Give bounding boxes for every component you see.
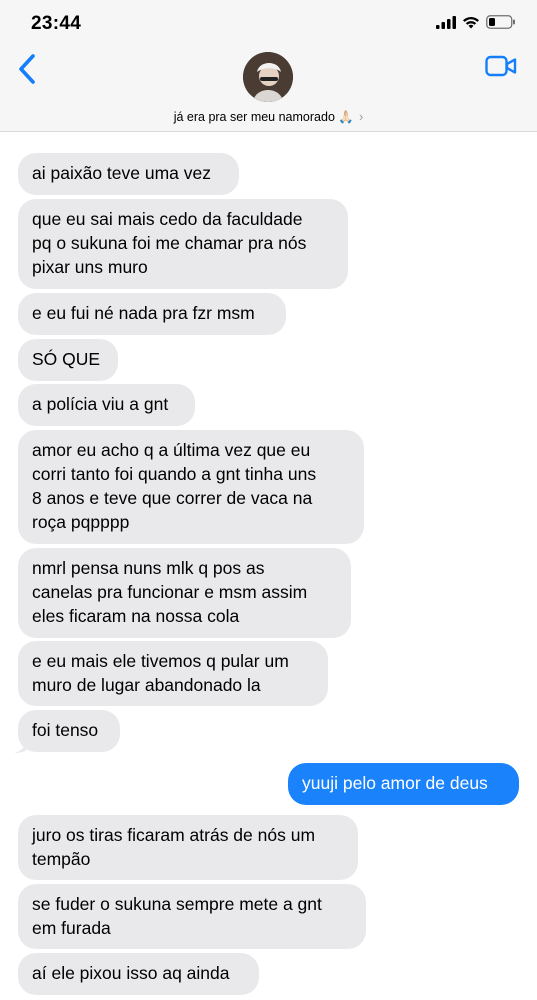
message-bubble[interactable]: que eu sai mais cedo da faculdade pq o s… (18, 199, 348, 289)
message-bubble[interactable]: e eu mais ele tivemos q pular um muro de… (18, 641, 328, 706)
status-icons (436, 15, 516, 29)
cellular-signal-icon (436, 15, 456, 29)
message-bubble[interactable]: SÓ QUE (18, 339, 118, 381)
message-bubble[interactable]: ai paixão teve uma vez (18, 153, 239, 195)
bubble-tail (14, 740, 26, 753)
message-bubble[interactable]: amor eu acho q a última vez que eu corri… (18, 430, 364, 544)
avatar[interactable] (243, 52, 293, 102)
message-bubble-outgoing[interactable]: yuuji pelo amor de deus (288, 763, 519, 805)
contact-name: já era pra ser meu namorado 🙏🏻 (173, 110, 354, 124)
chevron-right-icon: › (358, 109, 364, 124)
message-bubble[interactable]: aí ele pixou isso aq ainda (18, 953, 259, 995)
battery-low-icon (486, 15, 515, 29)
message-bubble[interactable]: juro os tiras ficaram atrás de nós um te… (18, 815, 358, 880)
chevron-left-icon[interactable] (16, 53, 40, 85)
message-bubble[interactable]: se fuder o sukuna sempre mete a gnt em f… (18, 884, 366, 949)
conversation-header: 23:44 já era pra ser meu namorado 🙏🏻 › (0, 0, 537, 132)
profile-photo (243, 52, 293, 102)
video-camera-icon[interactable] (485, 55, 517, 77)
message-bubble[interactable]: nmrl pensa nuns mlk q pos as canelas pra… (18, 548, 351, 638)
message-bubble[interactable]: foi tenso (18, 710, 120, 752)
message-bubble[interactable]: e eu fui né nada pra fzr msm (18, 293, 286, 335)
wifi-icon (463, 16, 479, 28)
message-bubble[interactable]: a polícia viu a gnt (18, 384, 195, 426)
contact-name-row[interactable]: já era pra ser meu namorado 🙏🏻 › (0, 109, 537, 125)
status-time: 23:44 (31, 13, 82, 34)
